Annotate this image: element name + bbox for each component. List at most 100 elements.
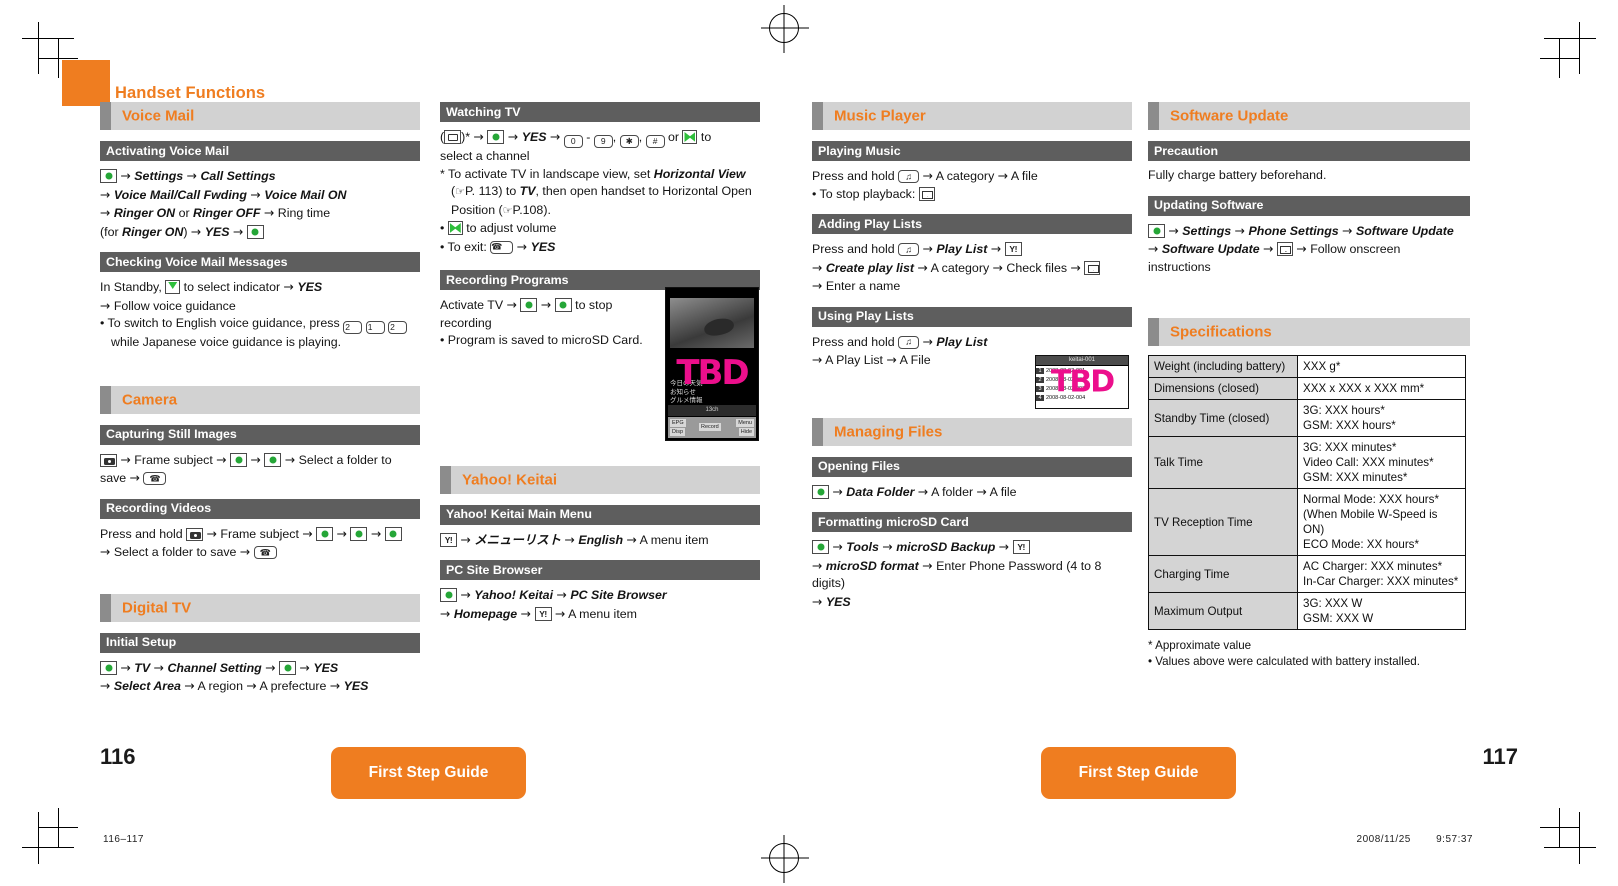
subsection-yahoo-main-menu: Yahoo! Keitai Main Menu [440,504,760,525]
subsection-activating-voice-mail: Activating Voice Mail [100,141,420,161]
subsection-recording-videos: Recording Videos [100,498,420,519]
steps-recording-programs: Activate TV → → to stop recording • Prog… [440,297,643,347]
section-accent-bar [812,102,823,130]
crop-mark [1579,812,1580,864]
steps-formatting-microsd: → Tools → microSD Backup → Y! → microSD … [812,539,1102,609]
section-title: Digital TV [122,599,192,616]
subsection-title: Recording Programs [446,272,569,287]
nav-key-icon [447,221,463,235]
subsection-title: PC Site Browser [446,562,543,577]
softkey-hide[interactable]: Hide [738,428,754,436]
subsection-title: Initial Setup [106,635,177,650]
print-slug-pages: 116–117 [103,834,144,845]
section-title: Specifications [1170,323,1272,341]
steps-using-play-lists: Press and hold ♫ → Play List → A Play Li… [812,333,988,368]
subsection-using-play-lists: Using Play Lists [812,306,1132,327]
section-accent-bar [1148,102,1159,130]
softkey-epg[interactable]: EPG [670,419,686,427]
music-key-icon: ♫ [898,335,920,349]
section-title: Yahoo! Keitai [462,471,558,488]
table-row: Charging Time AC Charger: XXX minutes* In… [1148,555,1466,593]
softkey-record[interactable]: Record [699,423,721,431]
end-key-icon: ☎ [253,546,277,559]
section-music-player: Music Player [812,102,1132,130]
mail-key-icon [1276,242,1293,256]
spec-value: AC Charger: XXX minutes* In-Car Charger: … [1297,555,1466,593]
steps-playing-music: Press and hold ♫ → A category → A file •… [812,168,1038,201]
steps-precaution: Fully charge battery beforehand. [1148,167,1470,185]
table-row: Maximum Output 3G: XXX W GSM: XXX W [1148,592,1466,630]
section-title: Camera [122,391,178,408]
subsection-adding-play-lists: Adding Play Lists [812,214,1132,234]
center-key-icon [520,298,538,312]
subsection-opening-files: Opening Files [812,456,1132,477]
page-ref-icon: ☞ [455,186,466,198]
section-managing-files: Managing Files [812,417,1132,446]
end-key-icon: ☎ [143,472,167,485]
bird-silhouette [702,316,735,338]
center-key-icon [554,298,572,312]
first-step-guide-badge-right: First Step Guide [1041,747,1236,799]
nav-key-icon [682,130,698,144]
subsection-title: Capturing Still Images [106,427,237,442]
section-accent-bar [812,417,823,446]
center-key-icon [812,484,829,499]
table-row: Dimensions (closed) XXX x XXX x XXX mm* [1148,377,1466,400]
subsection-title: Recording Videos [106,501,212,516]
section-voice-mail: Voice Mail [100,102,420,130]
spec-key: Maximum Output [1148,592,1298,630]
end-key-icon: ☎ [490,240,514,254]
camera-key-icon [186,527,204,541]
hash-key-icon: # [645,135,665,148]
subsection-title: Formatting microSD Card [818,514,969,529]
crop-mark [1544,847,1596,848]
column-4: Software Update Precaution Fully charge … [1148,102,1470,670]
slug-date: 2008/11/25 [1356,834,1411,845]
note-battery-installed: • Values above were calculated with batt… [1148,655,1420,668]
tv-status-bar: 13ch [668,405,756,416]
steps-adding-play-lists: Press and hold ♫ → Play List → Y! → Crea… [812,240,1132,296]
table-row: Weight (including battery) XXX g* [1148,355,1466,378]
crop-mark [1559,38,1560,78]
chapter-title: Handset Functions [115,84,266,102]
softkey-menu[interactable]: Menu [736,419,754,427]
number-key-2-icon: 2 [343,321,363,334]
steps-updating-software: → Settings → Phone Settings → Software U… [1148,222,1454,274]
spec-value: Normal Mode: XXX hours* (When Mobile W-Sp… [1297,488,1466,556]
print-slug-timestamp: 2008/11/25 9:57:37 [1357,834,1473,845]
mail-key-icon [1084,260,1101,275]
subsection-precaution: Precaution [1148,141,1470,161]
crop-mark [1540,827,1580,828]
subsection-title: Watching TV [446,104,521,119]
section-camera: Camera [100,385,420,414]
crop-mark [22,847,74,848]
steps-capturing-still-images: → Frame subject → → → Select a folder to… [100,451,392,485]
section-title: Software Update [1170,107,1289,125]
spec-key: Dimensions (closed) [1148,377,1298,400]
crop-mark [38,812,39,864]
subsection-title: Opening Files [818,459,900,474]
down-key-icon [165,280,181,294]
center-key-icon [100,660,117,675]
section-title: Voice Mail [122,107,195,125]
number-key-9-icon: 9 [593,135,613,148]
table-row: Standby Time (closed) 3G: XXX hours* GSM:… [1148,399,1466,437]
yahoo-key-icon: Y! [440,532,457,547]
center-key-icon [100,169,117,183]
crop-mark [22,38,74,39]
subsection-title: Using Play Lists [818,309,914,324]
subsection-title: Yahoo! Keitai Main Menu [446,507,592,522]
steps-watching-tv: ()* → → YES → 0 - 9, ✱, # or to select a… [440,129,752,254]
center-key-icon [384,526,402,541]
column-1: Voice Mail Activating Voice Mail → Setti… [100,102,420,696]
crop-mark [1544,38,1596,39]
chapter-tab-block [62,60,110,106]
crop-mark [58,38,59,78]
page-ref-icon: ☞ [502,204,513,217]
center-key-icon [316,526,334,541]
subsection-title: Checking Voice Mail Messages [106,254,288,269]
softkey-disp[interactable]: Disp [670,428,686,436]
center-key-icon [350,526,368,541]
camera-key-icon [100,453,117,467]
manual-page-spread: Handset Functions Voice Mail Activating … [0,0,1618,886]
